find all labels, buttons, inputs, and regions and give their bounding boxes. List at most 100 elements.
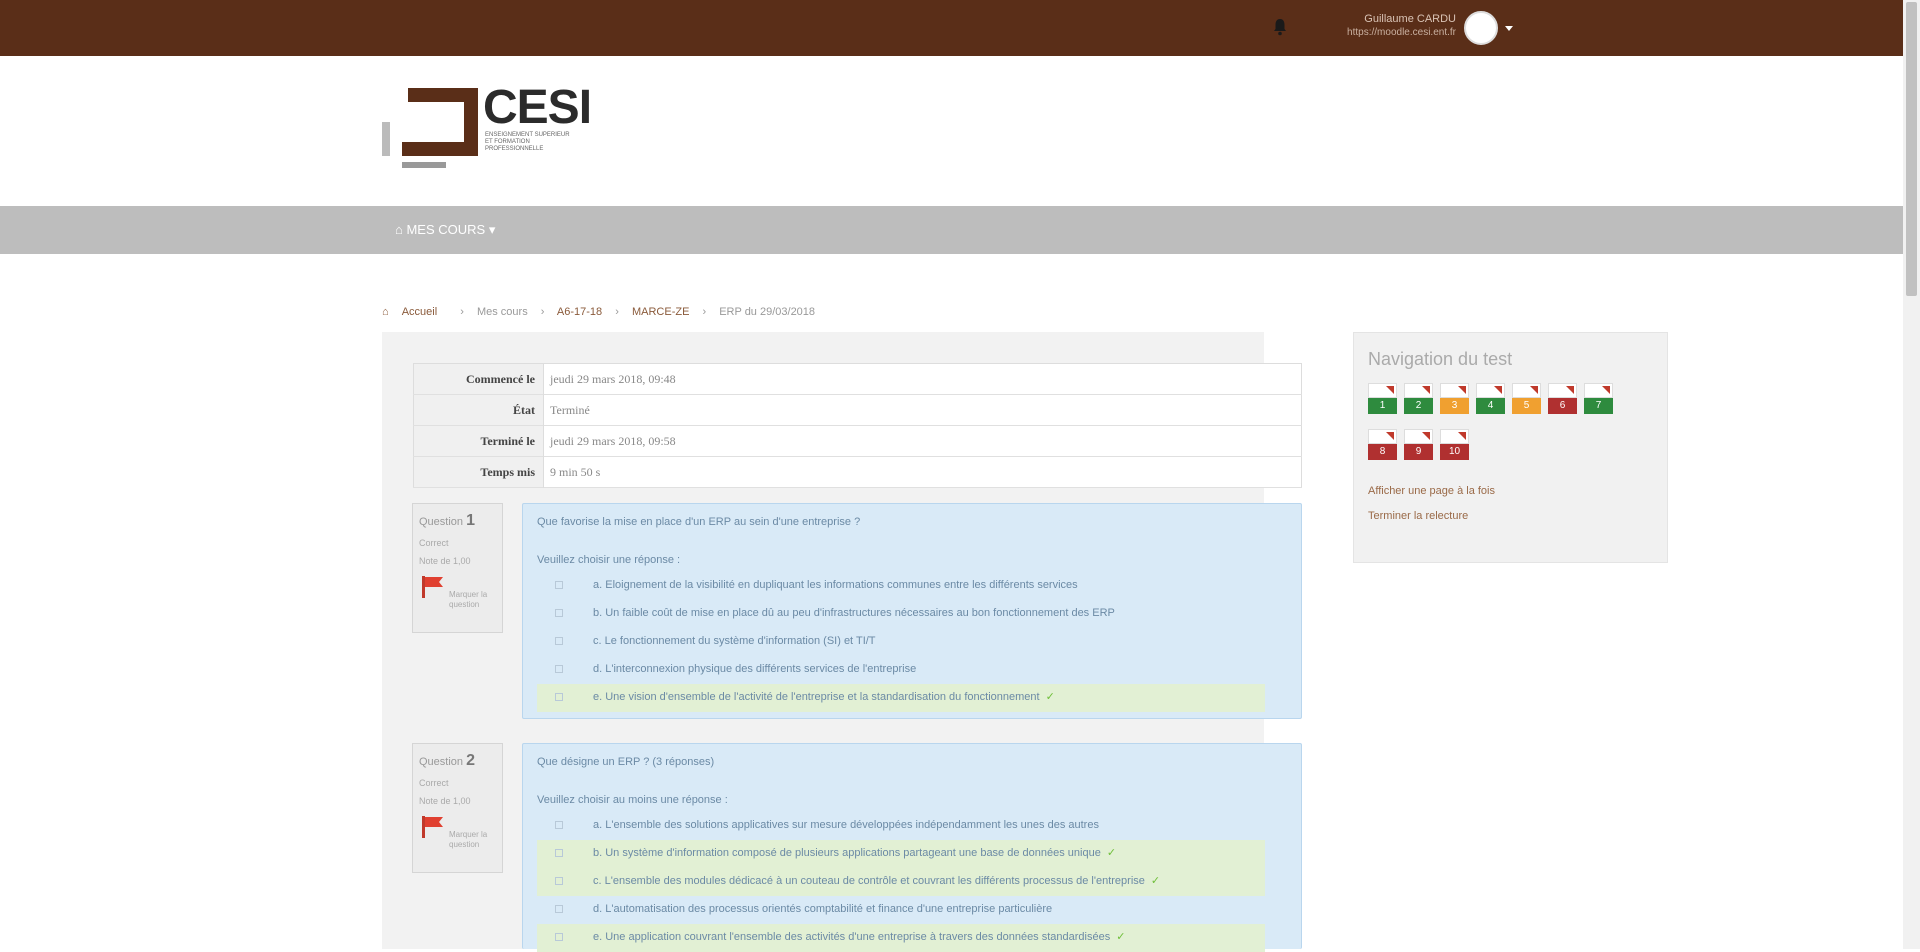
checkmark-icon: ✓: [1045, 691, 1055, 703]
question-number-value: 2: [466, 752, 475, 769]
question-label: Question: [419, 756, 464, 768]
quiz-nav-button-label: 6: [1548, 398, 1577, 414]
checkbox[interactable]: [555, 933, 563, 941]
answer-text: e. Une vision d'ensemble de l'activité d…: [593, 691, 1040, 703]
question-mark: Note de 1,00: [419, 796, 471, 806]
answer-text: b. Un faible coût de mise en place dû au…: [593, 607, 1115, 619]
answer-text: b. Un système d'information composé de p…: [593, 847, 1101, 859]
quiz-nav-button-label: 7: [1584, 398, 1613, 414]
nav-my-courses[interactable]: ⌂ MES COURS ▾: [395, 222, 495, 238]
checkbox[interactable]: [555, 821, 563, 829]
chevron-down-icon: ▾: [485, 222, 496, 237]
answer-option[interactable]: d. L'automatisation des processus orient…: [537, 896, 1287, 924]
summary-value: jeudi 29 mars 2018, 09:48: [550, 371, 676, 386]
quiz-nav-button-label: 1: [1368, 398, 1397, 414]
summary-value: 9 min 50 s: [550, 464, 601, 479]
answer-option-correct[interactable]: e. Une application couvrant l'ensemble d…: [537, 924, 1265, 952]
checkbox[interactable]: [555, 581, 563, 589]
question-text: Que désigne un ERP ? (3 réponses): [537, 756, 715, 768]
notification-bell-icon[interactable]: [1272, 18, 1288, 36]
answer-option[interactable]: d. L'interconnexion physique des différe…: [537, 656, 1287, 684]
home-icon: ⌂: [382, 306, 392, 318]
avatar[interactable]: [1464, 11, 1498, 45]
table-row: Temps mis 9 min 50 s: [413, 456, 1302, 488]
summary-label: Temps mis: [413, 456, 544, 488]
answer-text: c. L'ensemble des modules dédicacé à un …: [593, 875, 1145, 887]
checkbox[interactable]: [555, 849, 563, 857]
checkbox[interactable]: [555, 693, 563, 701]
quiz-nav-button[interactable]: 6: [1548, 383, 1577, 414]
checkbox[interactable]: [555, 905, 563, 913]
quiz-nav-button[interactable]: 5: [1512, 383, 1541, 414]
chevron-down-icon[interactable]: [1505, 26, 1513, 31]
quiz-nav-button-label: 8: [1368, 444, 1397, 460]
question-mark: Note de 1,00: [419, 556, 471, 566]
answer-option[interactable]: b. Un faible coût de mise en place dû au…: [537, 600, 1287, 628]
home-icon: ⌂: [395, 222, 407, 237]
answer-text: a. L'ensemble des solutions applicatives…: [593, 819, 1099, 831]
quiz-nav-button-label: 2: [1404, 398, 1433, 414]
checkbox[interactable]: [555, 609, 563, 617]
flag-question-button[interactable]: Marquer la question: [419, 576, 496, 612]
quiz-nav-button[interactable]: 7: [1584, 383, 1613, 414]
user-name: Guillaume CARDU: [1364, 13, 1456, 25]
breadcrumb-item[interactable]: MARCE-ZE: [632, 306, 689, 318]
question-text: Que favorise la mise en place d'un ERP a…: [537, 516, 861, 528]
answer-text: e. Une application couvrant l'ensemble d…: [593, 931, 1111, 943]
question-prompt: Veuillez choisir au moins une réponse :: [537, 794, 728, 806]
quiz-navigation-panel: Navigation du test 1 2 3 4 5 6 7 8 9 10 …: [1353, 332, 1668, 563]
quiz-nav-button-label: 3: [1440, 398, 1469, 414]
scrollbar-thumb[interactable]: [1906, 2, 1917, 296]
answer-option[interactable]: a. Eloignement de la visibilité en dupli…: [537, 572, 1287, 600]
attempt-summary-table: Commencé le jeudi 29 mars 2018, 09:48 Ét…: [413, 363, 1302, 488]
question-info: Question 2 Correct Note de 1,00 Marquer …: [412, 743, 503, 873]
breadcrumb-item[interactable]: Mes cours: [477, 306, 528, 318]
quiz-nav-button-label: 4: [1476, 398, 1505, 414]
quiz-nav-button[interactable]: 9: [1404, 429, 1433, 460]
answer-option-correct[interactable]: e. Une vision d'ensemble de l'activité d…: [537, 684, 1265, 712]
breadcrumb-item[interactable]: A6-17-18: [557, 306, 602, 318]
quiz-nav-button[interactable]: 2: [1404, 383, 1433, 414]
checkbox[interactable]: [555, 637, 563, 645]
user-menu[interactable]: Guillaume CARDU https://moodle.cesi.ent.…: [1310, 12, 1456, 39]
checkmark-icon: ✓: [1116, 931, 1126, 943]
checkbox[interactable]: [555, 665, 563, 673]
checkbox[interactable]: [555, 877, 563, 885]
breadcrumb-separator: ›: [460, 306, 464, 318]
breadcrumb-separator: ›: [702, 306, 707, 318]
flag-label: Marquer la question: [449, 830, 488, 849]
quiz-nav-button[interactable]: 4: [1476, 383, 1505, 414]
quiz-nav-button[interactable]: 1: [1368, 383, 1397, 414]
answer-option-correct[interactable]: c. L'ensemble des modules dédicacé à un …: [537, 868, 1265, 896]
show-one-page-link[interactable]: Afficher une page à la fois: [1368, 485, 1495, 497]
flag-question-button[interactable]: Marquer la question: [419, 816, 496, 852]
answer-option-correct[interactable]: b. Un système d'information composé de p…: [537, 840, 1265, 868]
quiz-nav-button[interactable]: 8: [1368, 429, 1397, 460]
checkmark-icon: ✓: [1150, 875, 1161, 887]
answer-option[interactable]: c. Le fonctionnement du système d'inform…: [537, 628, 1287, 656]
question-prompt: Veuillez choisir une réponse :: [537, 554, 681, 566]
main-navbar: ⌂ MES COURS ▾: [0, 206, 1903, 254]
summary-value: Terminé: [550, 402, 590, 417]
answer-option[interactable]: a. L'ensemble des solutions applicatives…: [537, 812, 1287, 840]
question-number: Question 2: [419, 752, 496, 770]
question-state: Correct: [419, 538, 449, 548]
table-row: Commencé le jeudi 29 mars 2018, 09:48: [413, 363, 1302, 395]
breadcrumb-home[interactable]: ⌂ Accueil: [382, 306, 447, 318]
nav-my-courses-label: MES COURS: [406, 222, 486, 237]
answer-text: c. Le fonctionnement du système d'inform…: [593, 635, 876, 647]
summary-label: Terminé le: [413, 425, 544, 457]
answer-text: d. L'automatisation des processus orient…: [593, 903, 1053, 915]
quiz-nav-button[interactable]: 3: [1440, 383, 1469, 414]
breadcrumb-separator: ›: [615, 306, 619, 318]
question-state: Correct: [419, 778, 449, 788]
table-row: État Terminé: [413, 394, 1302, 426]
question-number-value: 1: [466, 512, 475, 529]
question-content: Que désigne un ERP ? (3 réponses) Veuill…: [522, 743, 1302, 952]
checkmark-icon: ✓: [1106, 847, 1117, 859]
question-label: Question: [419, 516, 464, 528]
question-number: Question 1: [419, 512, 496, 530]
finish-review-link[interactable]: Terminer la relecture: [1368, 510, 1468, 522]
answer-text: a. Eloignement de la visibilité en dupli…: [593, 579, 1078, 591]
quiz-nav-button[interactable]: 10: [1440, 429, 1469, 460]
